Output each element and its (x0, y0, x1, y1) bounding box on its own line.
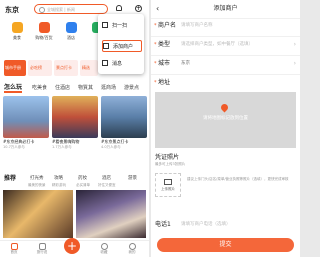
promo-spots[interactable]: 景点打卡 (54, 60, 78, 76)
phone-input[interactable]: 请填写商户电话（选填） (181, 222, 231, 228)
field-label: 城市 (158, 60, 171, 67)
topic-image (101, 96, 147, 138)
tab-hotel-2[interactable]: 酒店 (102, 176, 111, 182)
hotel-icon (65, 22, 77, 33)
submit-button[interactable]: 提交 (157, 238, 294, 252)
heart-icon (100, 243, 108, 250)
phone-field[interactable]: 电话1 请填写商户电话（选填） (151, 219, 300, 231)
home-screen: 东京 全城搜索 | 新闻 + 美食 购物/百货 酒店 城市手册 必吃榜 景点打卡… (0, 0, 149, 257)
field-label: 地址 (158, 79, 171, 86)
search-icon (39, 7, 45, 13)
nav-me[interactable]: 我的 (120, 243, 144, 255)
message-icon (102, 60, 108, 66)
nav-travel[interactable]: 旅行说 (30, 243, 54, 255)
city-value[interactable]: 东京 (181, 61, 190, 67)
required-marker: * (154, 42, 157, 48)
upload-hint: 建议上传门头/店名/菜单/营业执照等照片（选填），更快完成审核 (187, 177, 289, 181)
tab-how-to-play[interactable]: 怎么玩 (4, 85, 23, 93)
merchant-name-field[interactable]: * 商户名 请填写商户名称 (151, 18, 300, 37)
promo-strip: 城市手册 必吃榜 景点打卡 精选 (4, 60, 98, 76)
tab-hotel[interactable]: 住酒店 (55, 85, 70, 91)
topic-card[interactable]: #看夜景嗨购物 1.7万人参与 (52, 96, 98, 150)
tab-light-show[interactable]: 打光秀 (30, 176, 44, 182)
search-placeholder: 全城搜索 | 新闻 (47, 7, 75, 12)
topic-image (52, 96, 98, 138)
map-hint: 请将地图标记放到位置 (203, 116, 248, 121)
tab-spots[interactable]: 游景点 (124, 85, 139, 91)
feed-photo[interactable] (3, 190, 73, 238)
plus-dropdown-menu: 扫一扫 添加商户 消息 (98, 14, 144, 74)
topic-card[interactable]: #东京经典必打卡 10.7万人参与 (3, 96, 49, 150)
category-shopping[interactable]: 购物/百货 (33, 22, 55, 41)
nav-favorites[interactable]: 收藏 (92, 243, 116, 255)
address-field: * 地址 (151, 75, 300, 93)
type-select[interactable]: 请选择商户类型，如中餐厅（选填） (181, 42, 253, 48)
bottom-nav: 首页 旅行说 + 收藏 我的 (0, 238, 149, 257)
required-marker: * (154, 23, 157, 29)
add-merchant-icon (103, 43, 109, 49)
tab-sights[interactable]: 游景 (128, 176, 137, 182)
city-field[interactable]: * 城市 东京 › (151, 56, 300, 75)
plus-menu-icon[interactable]: + (135, 5, 142, 12)
food-icon (11, 22, 23, 33)
tab-cosmetics[interactable]: 药妆 (78, 176, 87, 182)
type-field[interactable]: * 类型 请选择商户类型，如中餐厅（选填） › (151, 37, 300, 56)
shopping-icon (38, 22, 50, 33)
upload-photo-button[interactable]: 上传照片 (155, 173, 181, 197)
message-menu-item[interactable]: 消息 (102, 58, 142, 70)
tab-guide[interactable]: 攻略 (54, 176, 63, 182)
home-icon (10, 243, 18, 250)
required-marker: * (154, 61, 157, 67)
user-icon (128, 243, 136, 250)
camera-icon (38, 243, 46, 250)
voucher-sub: 最多可上传3张照片 (155, 162, 186, 166)
category-food[interactable]: 美食 (6, 22, 28, 41)
scan-icon (102, 22, 108, 28)
category-label: 酒店 (67, 35, 75, 40)
header: ‹ 添加商户 (151, 0, 300, 19)
topic-image (3, 96, 49, 138)
add-merchant-screen: ‹ 添加商户 * 商户名 请填写商户名称 * 类型 请选择商户类型，如中餐厅（选… (151, 0, 300, 257)
page-title: 添加商户 (213, 5, 238, 12)
tab-goods[interactable]: 物質其 (78, 85, 93, 91)
voucher-label: 凭证照片 (155, 154, 180, 161)
camera-icon (164, 179, 172, 185)
tab-eat[interactable]: 吃美食 (32, 85, 47, 91)
category-label: 购物/百货 (35, 35, 53, 40)
map-pin-icon[interactable] (219, 102, 230, 113)
category-label: 美食 (13, 35, 21, 40)
address-map[interactable]: 请将地图标记放到位置 (155, 92, 296, 148)
city-selector[interactable]: 东京 (5, 6, 19, 14)
field-label: 商户名 (158, 22, 177, 29)
merchant-name-input[interactable]: 请填写商户名称 (181, 23, 213, 29)
promo-picks[interactable]: 精选 (80, 60, 98, 76)
field-label: 类型 (158, 41, 171, 48)
promo-must-eat[interactable]: 必吃榜 (28, 60, 52, 76)
tab-sub: 好住又便宜 (98, 183, 116, 187)
chevron-right-icon: › (293, 41, 296, 48)
post-button[interactable]: + (64, 238, 80, 254)
bell-icon[interactable] (116, 5, 122, 11)
tab-mall[interactable]: 逛商场 (101, 85, 116, 91)
nav-home[interactable]: 首页 (2, 243, 26, 255)
scan-menu-item[interactable]: 扫一扫 (102, 20, 142, 32)
required-marker: * (154, 80, 157, 86)
topic-card[interactable]: #东京景点打卡 4.0万人参与 (101, 96, 147, 150)
tab-recommend[interactable]: 推荐 (4, 176, 16, 182)
promo-city-guide[interactable]: 城市手册 (4, 60, 26, 76)
category-hotel[interactable]: 酒店 (60, 22, 82, 41)
search-input[interactable]: 全城搜索 | 新闻 (34, 4, 108, 14)
tab-sub: 精彩游玩 (52, 183, 66, 187)
feed-photo[interactable] (76, 190, 146, 238)
tab-sub: 最美的夜景 (28, 183, 46, 187)
add-merchant-menu-item[interactable]: 添加商户 (102, 40, 142, 52)
field-label: 电话1 (155, 221, 171, 228)
tab-sub: 必买清单 (76, 183, 90, 187)
chevron-right-icon: › (293, 60, 296, 67)
